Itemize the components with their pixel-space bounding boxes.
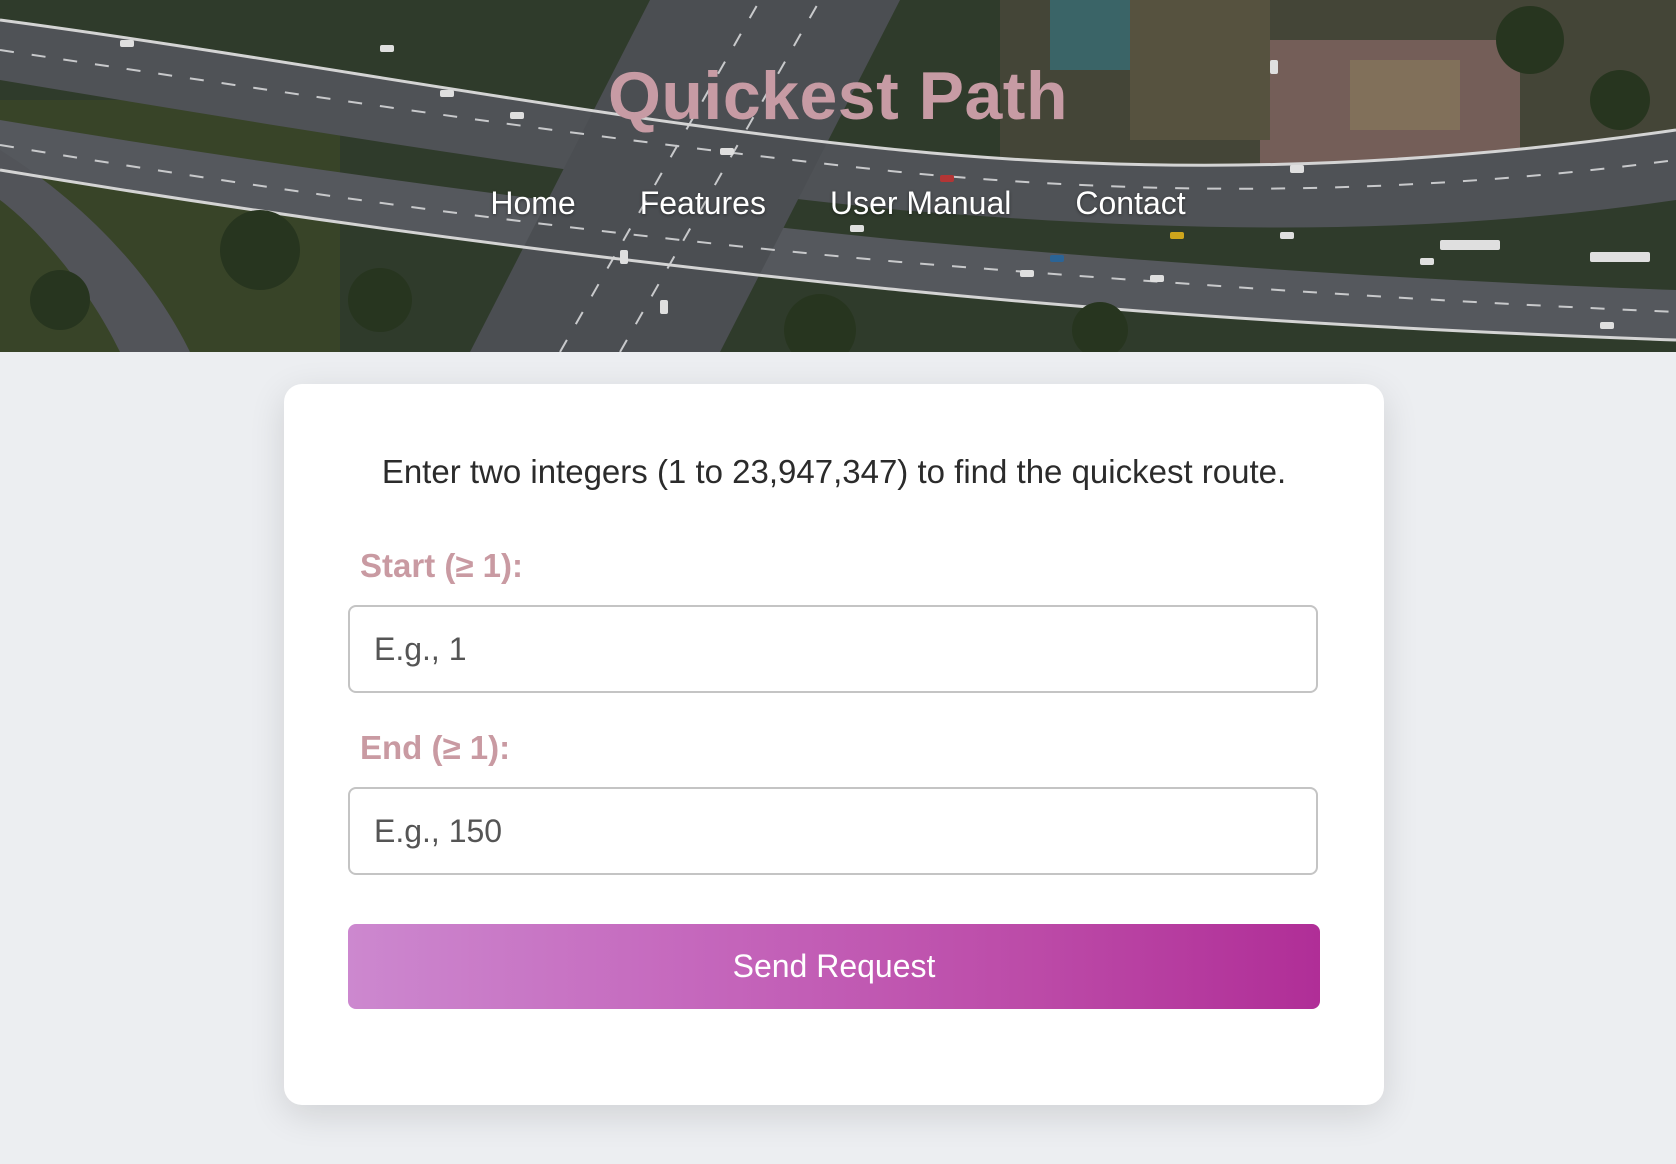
hero-header: Quickest Path Home Features User Manual …: [0, 0, 1676, 352]
nav-link-home[interactable]: Home: [490, 180, 575, 226]
nav-link-user-manual[interactable]: User Manual: [830, 180, 1011, 226]
end-label: End (≥ 1):: [360, 729, 511, 766]
send-request-button[interactable]: Send Request: [348, 924, 1320, 1009]
site-title: Quickest Path: [608, 58, 1068, 134]
start-input[interactable]: [348, 605, 1318, 693]
hero-overlay: [0, 0, 1676, 352]
start-label: Start (≥ 1):: [360, 547, 523, 584]
form-instructions: Enter two integers (1 to 23,947,347) to …: [381, 453, 1287, 490]
main-nav: Home Features User Manual Contact: [0, 180, 1676, 226]
nav-link-features[interactable]: Features: [640, 180, 766, 226]
route-form-card: Enter two integers (1 to 23,947,347) to …: [284, 384, 1384, 1105]
end-input[interactable]: [348, 787, 1318, 875]
nav-link-contact[interactable]: Contact: [1075, 180, 1185, 226]
